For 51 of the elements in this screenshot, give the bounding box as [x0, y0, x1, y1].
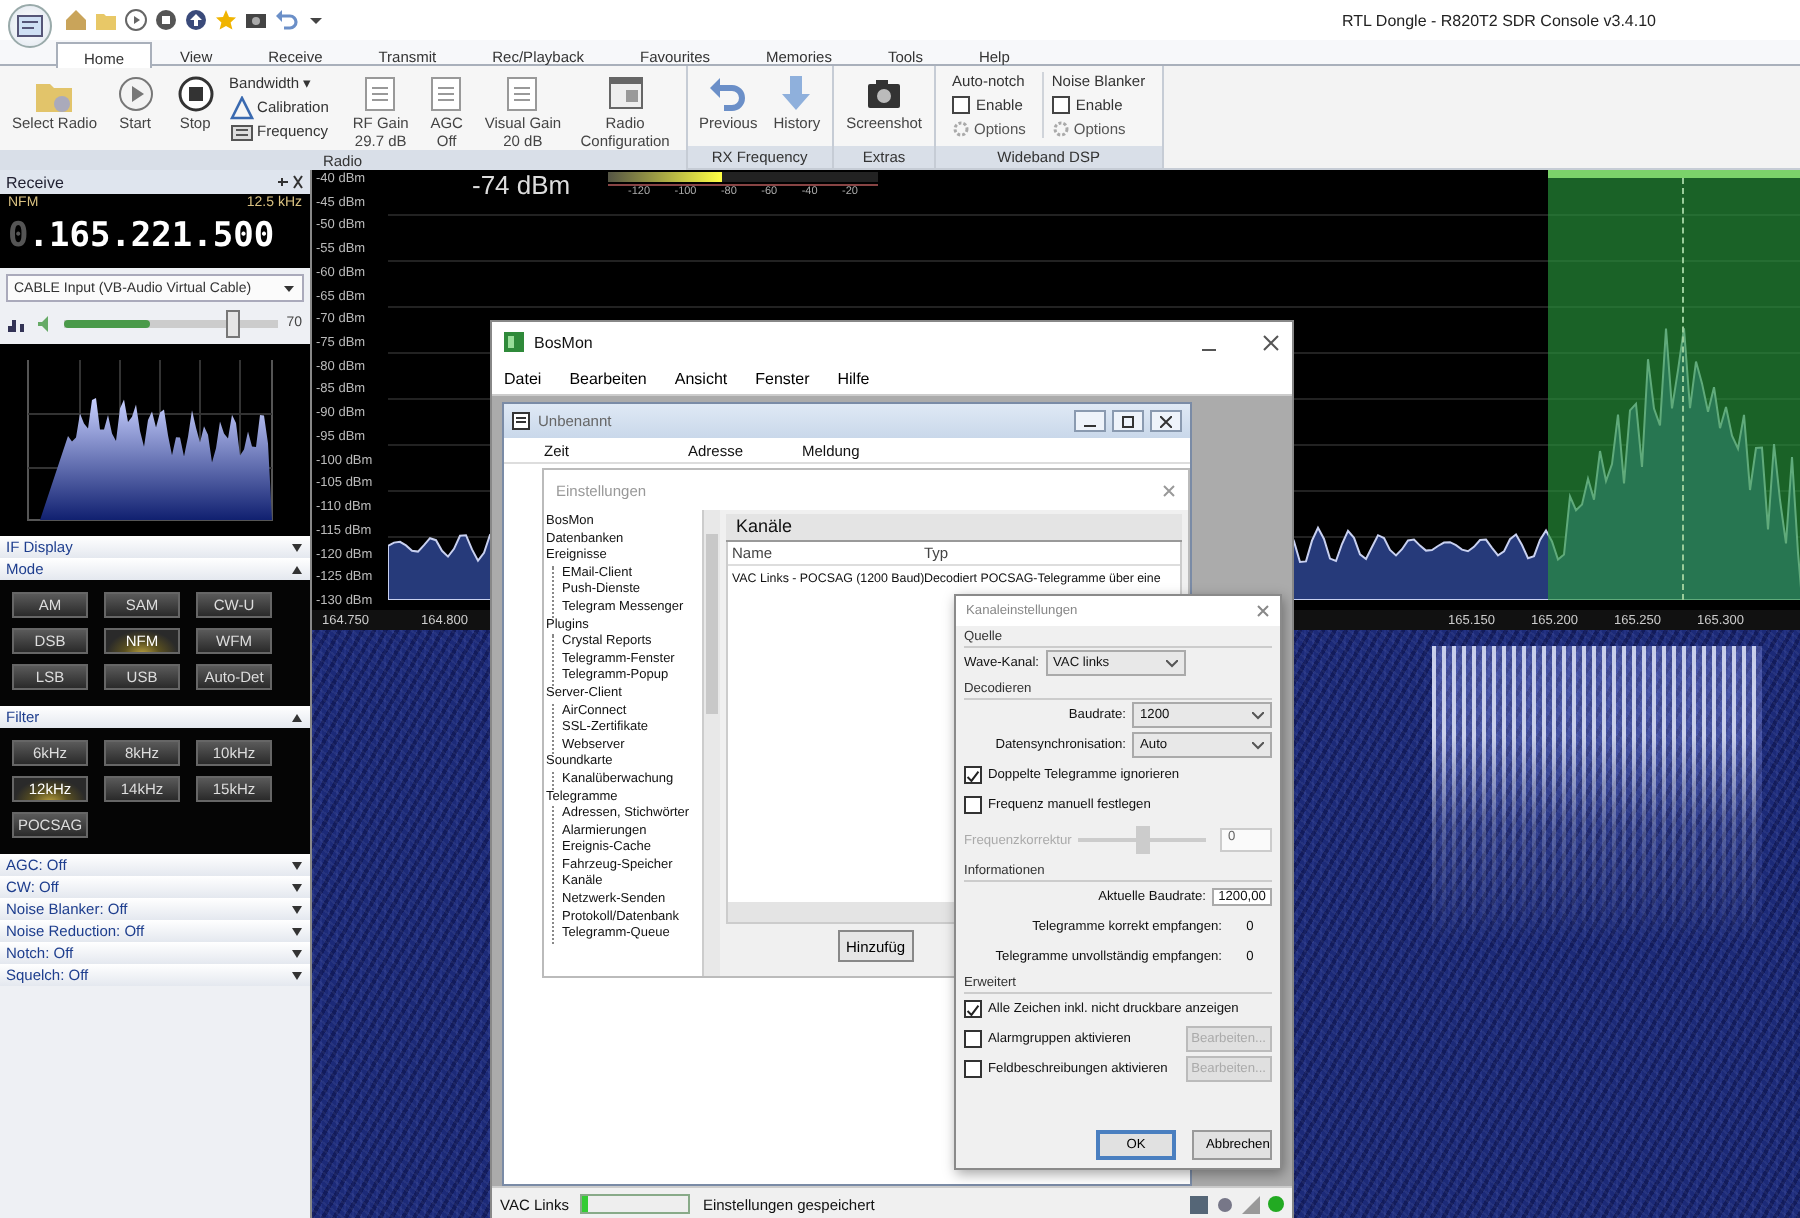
checkbox[interactable] [964, 796, 982, 814]
document-icon [512, 412, 530, 430]
checkbox[interactable] [1051, 96, 1070, 114]
app-menu-button[interactable] [8, 4, 52, 48]
caret-icon [282, 283, 296, 293]
receive-bandwidth-highlight[interactable] [1548, 170, 1800, 600]
camera-icon[interactable] [244, 8, 268, 32]
window-title: BosMon [534, 333, 593, 351]
signal-reading: -74 dBm [472, 170, 571, 200]
star-icon[interactable] [214, 8, 238, 32]
window-icon [16, 14, 44, 38]
restore-icon [1122, 415, 1134, 427]
window-title: RTL Dongle - R820T2 SDR Console v3.4.10 [1342, 11, 1656, 29]
status-dot-icon [1268, 1195, 1284, 1211]
scrollbar[interactable] [704, 510, 720, 976]
menu-item[interactable]: Bearbeiten [569, 369, 647, 387]
menu-item[interactable]: Ansicht [674, 369, 728, 387]
minimize-button[interactable] [1074, 410, 1106, 432]
record-icon[interactable] [154, 8, 178, 32]
menu-item[interactable]: Datei [504, 369, 542, 387]
panel-title: Kanäle [726, 514, 1182, 542]
close-icon [1160, 415, 1172, 427]
keyboard-icon [229, 119, 254, 143]
calibration-icon [229, 95, 254, 119]
menu-item[interactable]: Hilfe [837, 369, 870, 387]
stop-icon [173, 72, 218, 116]
scrollbar[interactable] [728, 902, 960, 922]
spectrum-icon[interactable] [8, 315, 28, 331]
upload-icon[interactable] [184, 8, 208, 32]
slider-thumb[interactable] [225, 309, 240, 337]
signal-icon [1242, 1195, 1260, 1213]
panel-title: Receive [6, 173, 64, 191]
caret-icon [1252, 741, 1264, 749]
app-icon [504, 332, 524, 352]
checkbox[interactable] [964, 1060, 982, 1078]
close-icon[interactable] [1256, 604, 1270, 618]
close-button[interactable] [1150, 410, 1182, 432]
play-icon [113, 72, 158, 116]
checkbox[interactable] [964, 766, 982, 784]
checkbox[interactable] [952, 96, 971, 114]
caret-icon [1252, 711, 1264, 719]
close-icon[interactable] [1262, 333, 1280, 351]
checkbox[interactable] [964, 1000, 982, 1018]
restore-button[interactable] [1112, 410, 1144, 432]
settings-tree[interactable] [544, 510, 704, 976]
checkbox[interactable] [964, 1030, 982, 1048]
frequency-display[interactable]: 0.165.221.500 [8, 216, 302, 256]
play-icon[interactable] [124, 8, 148, 32]
caret-icon [1165, 659, 1178, 667]
pin-close-icon[interactable] [276, 174, 304, 190]
menu-item[interactable]: Fenster [755, 369, 810, 387]
